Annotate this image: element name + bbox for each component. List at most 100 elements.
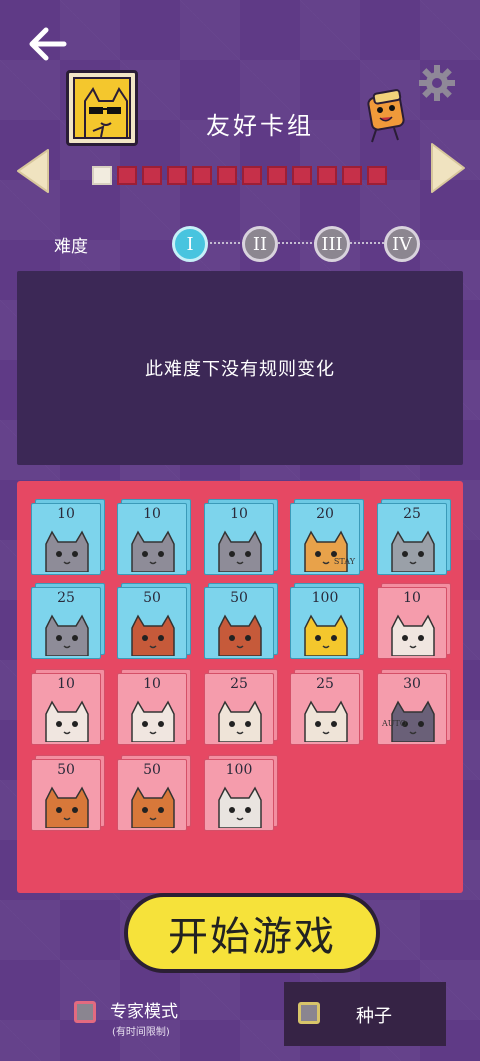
card-face: 25 xyxy=(377,503,447,575)
card-face: 20 STAY xyxy=(290,503,360,575)
gear-icon[interactable] xyxy=(418,64,456,102)
card-face: 50 xyxy=(31,759,101,831)
seed-option[interactable]: 种子 xyxy=(284,982,446,1046)
progress-segment xyxy=(192,166,212,185)
progress-segment xyxy=(142,166,162,185)
deck-card[interactable]: 10 xyxy=(204,499,278,575)
card-tag: STAY xyxy=(333,557,355,566)
cat-face-icon xyxy=(131,614,175,656)
deck-card[interactable]: 10 xyxy=(117,499,191,575)
card-value: 10 xyxy=(57,676,75,692)
progress-segment xyxy=(317,166,337,185)
card-face: 50 xyxy=(117,587,187,659)
rules-text: 此难度下没有规则变化 xyxy=(145,359,335,380)
card-face: 30 AUTO xyxy=(377,673,447,745)
previous-deck-arrow-icon[interactable] xyxy=(14,146,52,196)
cat-face-icon xyxy=(218,786,262,828)
deck-card[interactable]: 30 AUTO xyxy=(377,669,451,745)
back-arrow-icon[interactable] xyxy=(28,26,68,62)
card-face: 25 xyxy=(290,673,360,745)
difficulty-label: 难度 xyxy=(54,237,88,257)
deck-card[interactable]: 10 xyxy=(31,499,105,575)
difficulty-level-2[interactable]: II xyxy=(242,226,278,262)
deck-card[interactable]: 50 xyxy=(31,755,105,831)
rules-panel: 此难度下没有规则变化 xyxy=(17,271,463,465)
expert-mode-checkbox[interactable] xyxy=(74,1001,96,1023)
expert-mode-sublabel: (有时间限制) xyxy=(112,1027,170,1038)
cat-face-icon xyxy=(304,614,348,656)
deck-card[interactable]: 100 xyxy=(290,583,364,659)
deck-cat-icon xyxy=(66,70,138,146)
card-tag: AUTO xyxy=(382,719,407,728)
cat-face-icon xyxy=(45,530,89,572)
card-face: 25 xyxy=(204,673,274,745)
cat-face-icon xyxy=(218,700,262,742)
progress-segment xyxy=(292,166,312,185)
next-deck-arrow-icon[interactable] xyxy=(428,140,468,196)
cat-face-icon xyxy=(131,786,175,828)
deck-card[interactable]: 50 xyxy=(117,755,191,831)
seed-checkbox[interactable] xyxy=(298,1002,320,1024)
expert-mode-label: 专家模式 xyxy=(110,1002,178,1022)
deck-title: 友好卡组 xyxy=(206,112,314,140)
deck-card[interactable]: 50 xyxy=(117,583,191,659)
deck-card[interactable]: 25 xyxy=(290,669,364,745)
difficulty-level-1[interactable]: I xyxy=(172,226,208,262)
card-value: 10 xyxy=(143,676,161,692)
difficulty-level-3[interactable]: III xyxy=(314,226,350,262)
progress-segment xyxy=(92,166,112,185)
card-face: 100 xyxy=(290,587,360,659)
card-value: 10 xyxy=(230,506,248,522)
deck-card[interactable]: 100 xyxy=(204,755,278,831)
deck-card[interactable]: 25 xyxy=(31,583,105,659)
card-face: 10 xyxy=(377,587,447,659)
deck-card[interactable]: 10 xyxy=(31,669,105,745)
cat-face-icon xyxy=(131,700,175,742)
progress-segment xyxy=(267,166,287,185)
card-face: 10 xyxy=(204,503,274,575)
deck-card[interactable]: 50 xyxy=(204,583,278,659)
progress-segment xyxy=(167,166,187,185)
card-face: 10 xyxy=(117,503,187,575)
difficulty-track xyxy=(190,242,404,244)
card-collection-panel: 10 10 10 20 STAY 25 25 50 50 100 10 10 10 25 25 30 AUTO 5… xyxy=(17,481,463,893)
card-value: 100 xyxy=(225,762,253,778)
card-face: 10 xyxy=(117,673,187,745)
card-face: 10 xyxy=(31,503,101,575)
start-game-label: 开始游戏 xyxy=(168,914,336,960)
progress-segment xyxy=(217,166,237,185)
card-face: 50 xyxy=(117,759,187,831)
deck-card[interactable]: 10 xyxy=(377,583,451,659)
cat-face-icon xyxy=(218,614,262,656)
card-value: 10 xyxy=(57,506,75,522)
deck-card[interactable]: 25 xyxy=(204,669,278,745)
progress-segment xyxy=(117,166,137,185)
deck-card[interactable]: 20 STAY xyxy=(290,499,364,575)
deck-card[interactable]: 10 xyxy=(117,669,191,745)
card-value: 50 xyxy=(143,590,161,606)
card-face: 100 xyxy=(204,759,274,831)
card-value: 25 xyxy=(316,676,334,692)
card-value: 25 xyxy=(230,676,248,692)
seed-label: 种子 xyxy=(356,1006,392,1027)
cat-face-icon xyxy=(304,700,348,742)
deck-progress-bar xyxy=(92,166,387,185)
progress-segment xyxy=(242,166,262,185)
progress-segment xyxy=(342,166,362,185)
deck-card[interactable]: 25 xyxy=(377,499,451,575)
card-face: 10 xyxy=(31,673,101,745)
card-face: 25 xyxy=(31,587,101,659)
card-value: 50 xyxy=(57,762,75,778)
cat-face-icon xyxy=(391,614,435,656)
card-face: 50 xyxy=(204,587,274,659)
progress-segment xyxy=(367,166,387,185)
card-value: 100 xyxy=(311,590,339,606)
card-value: 50 xyxy=(230,590,248,606)
cat-face-icon xyxy=(391,530,435,572)
card-value: 20 xyxy=(316,506,334,522)
difficulty-level-4[interactable]: IV xyxy=(384,226,420,262)
card-value: 10 xyxy=(143,506,161,522)
toast-mascot-icon xyxy=(362,88,412,144)
cat-face-icon xyxy=(45,700,89,742)
start-game-button[interactable]: 开始游戏 xyxy=(124,893,380,973)
